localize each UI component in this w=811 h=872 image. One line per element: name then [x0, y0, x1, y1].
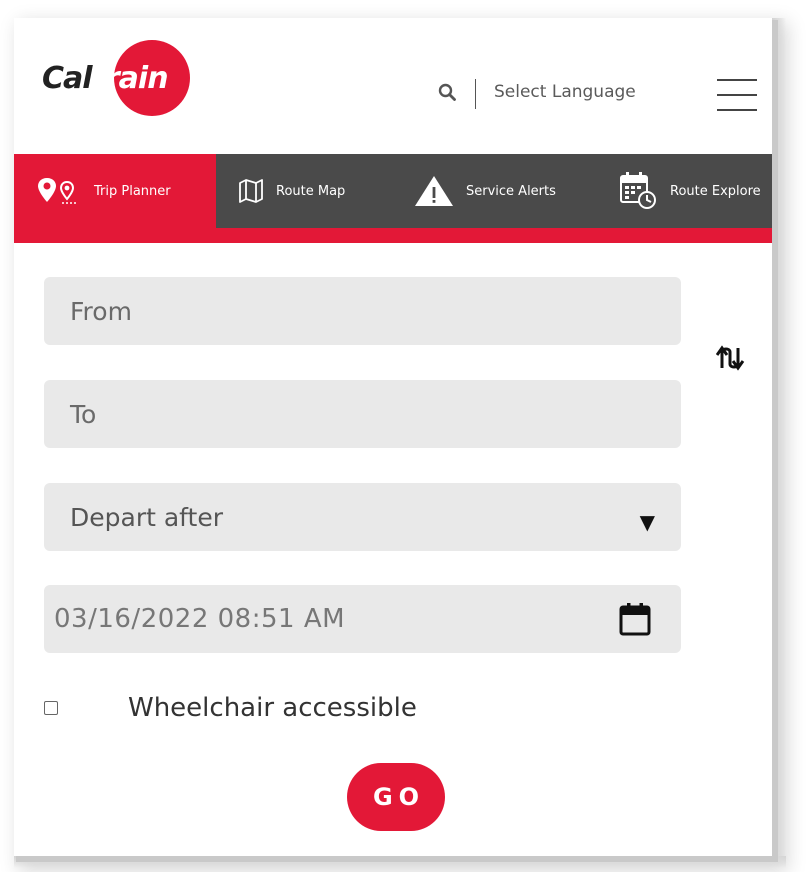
nav-accent-bar: [14, 228, 772, 243]
map-pin-icon: [36, 176, 82, 206]
main-nav: Trip Planner Route Map Service Alerts Ro…: [14, 154, 772, 228]
shadow-edge-bottom: [14, 856, 786, 868]
tab-trip-planner[interactable]: Trip Planner: [14, 154, 216, 228]
tab-label-route-map: Route Map: [276, 183, 346, 199]
tab-label-service-alerts: Service Alerts: [466, 183, 556, 199]
tab-label-trip-planner: Trip Planner: [94, 183, 171, 199]
logo-text-cal: Cal: [42, 61, 93, 96]
caltrain-logo[interactable]: Caltrain: [42, 40, 192, 118]
wheelchair-checkbox[interactable]: [44, 701, 58, 715]
folded-map-icon: [238, 178, 264, 204]
swap-direction-icon[interactable]: [716, 344, 748, 372]
select-language-button[interactable]: Select Language: [494, 82, 636, 102]
datetime-input[interactable]: 03/16/2022 08:51 AM: [44, 585, 681, 653]
app-frame: Caltrain Select Language Trip Planner Ro…: [14, 18, 772, 856]
from-field[interactable]: From: [44, 277, 681, 345]
datetime-value: 03/16/2022 08:51 AM: [54, 604, 346, 634]
logo-wordmark: Caltrain: [42, 61, 169, 96]
tab-route-map[interactable]: Route Map: [238, 154, 345, 228]
wheelchair-label: Wheelchair accessible: [128, 693, 417, 723]
tab-route-explorer[interactable]: Route Explore: [618, 154, 761, 228]
site-header: Caltrain Select Language: [14, 18, 772, 154]
logo-text-train: train: [91, 61, 169, 96]
go-button[interactable]: GO: [347, 763, 445, 831]
from-placeholder: From: [70, 296, 132, 326]
dropdown-arrow-icon: ▼: [639, 510, 655, 534]
calendar-clock-icon: [618, 171, 658, 211]
header-divider: [475, 79, 476, 109]
tab-label-route-explorer: Route Explore: [670, 183, 761, 199]
calendar-icon[interactable]: [619, 602, 651, 636]
depart-type-select[interactable]: Depart after ▼: [44, 483, 681, 551]
warning-triangle-icon: [414, 175, 454, 207]
shadow-edge-right: [772, 18, 786, 856]
wheelchair-row: Wheelchair accessible: [44, 688, 417, 728]
to-field[interactable]: To: [44, 380, 681, 448]
search-icon[interactable]: [438, 83, 456, 101]
tab-service-alerts[interactable]: Service Alerts: [414, 154, 556, 228]
to-placeholder: To: [70, 399, 97, 429]
depart-select-value: Depart after: [70, 502, 223, 532]
hamburger-menu-icon[interactable]: [717, 79, 757, 111]
